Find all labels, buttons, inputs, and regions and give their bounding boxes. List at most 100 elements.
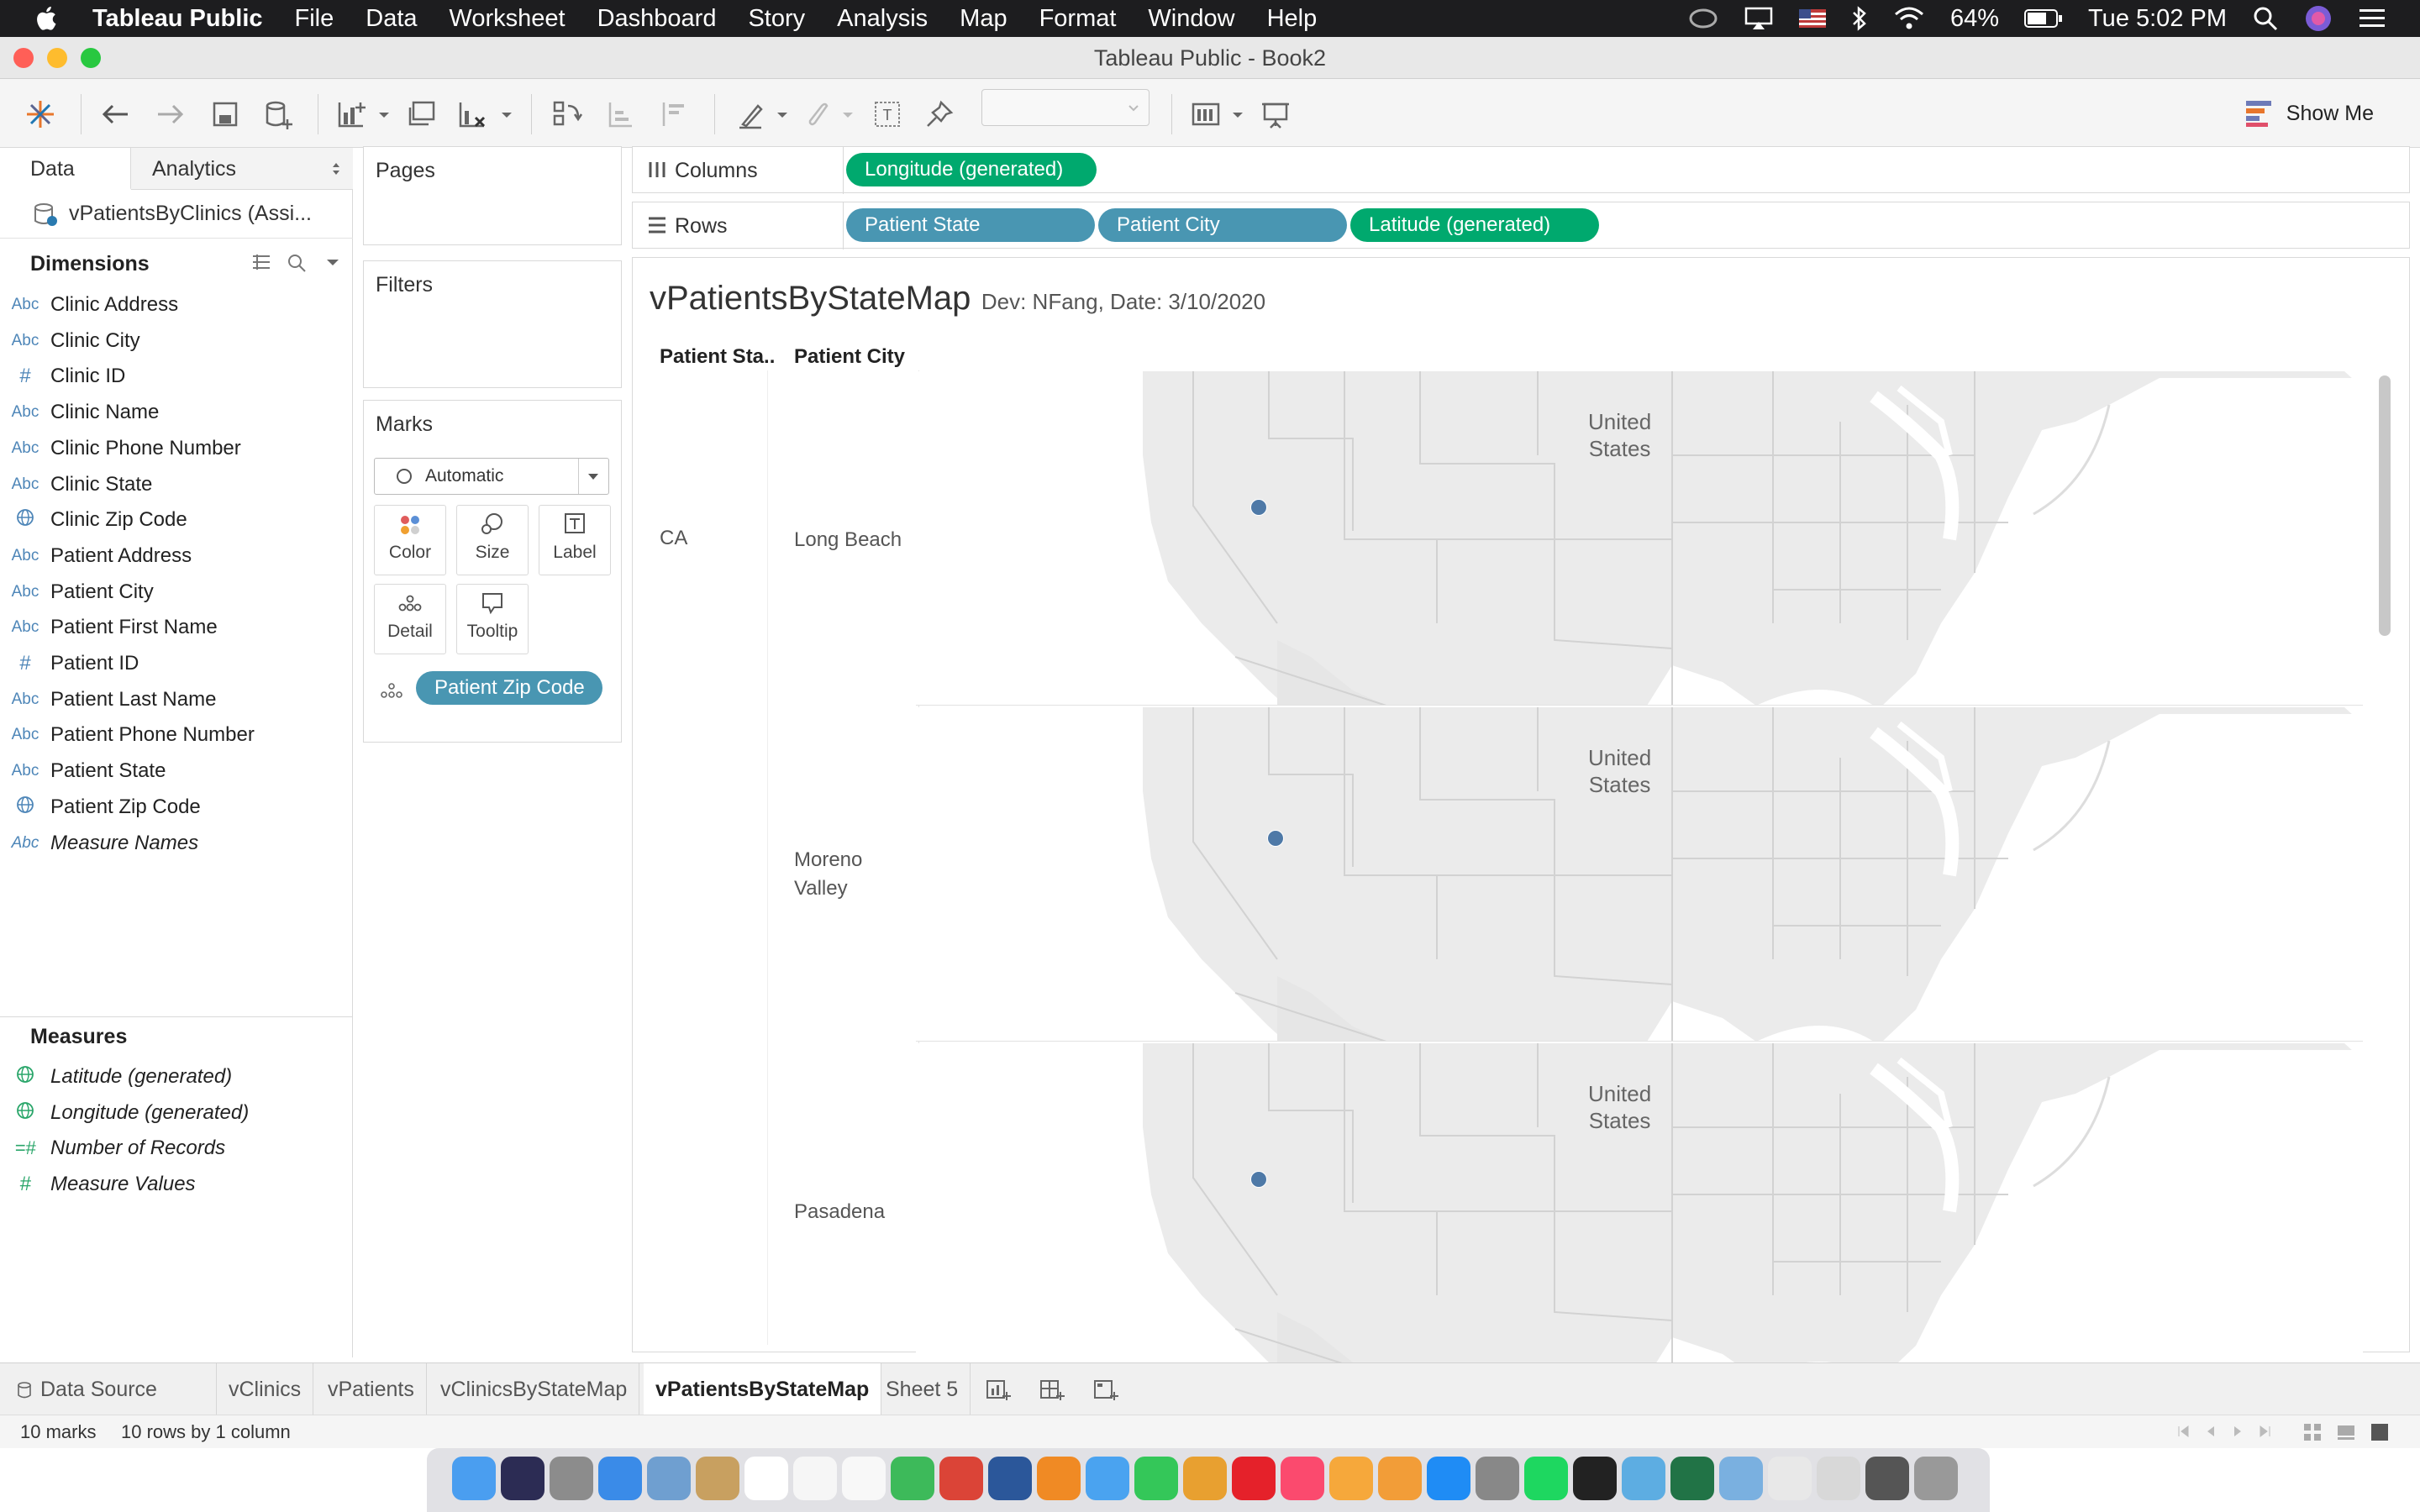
view-list-icon[interactable] bbox=[250, 252, 272, 272]
books-icon[interactable] bbox=[1329, 1457, 1373, 1500]
pages-card[interactable]: Pages bbox=[363, 146, 622, 245]
textedit-icon[interactable] bbox=[793, 1457, 837, 1500]
menu-data[interactable]: Data bbox=[366, 5, 417, 33]
tooltip-shelf-button[interactable]: Tooltip bbox=[456, 584, 529, 654]
menu-window[interactable]: Window bbox=[1148, 5, 1234, 33]
menu-worksheet[interactable]: Worksheet bbox=[450, 5, 566, 33]
field-patient-address[interactable]: Abc Patient Address bbox=[0, 538, 192, 574]
new-story-tab-icon[interactable] bbox=[1092, 1377, 1119, 1402]
map-pane-2[interactable]: United States bbox=[916, 707, 2363, 1042]
messages-icon[interactable] bbox=[1086, 1457, 1129, 1500]
tabs-view-icon[interactable] bbox=[2370, 1422, 2390, 1442]
excel-icon[interactable] bbox=[1670, 1457, 1714, 1500]
duplicate-sheet-icon[interactable] bbox=[403, 96, 440, 133]
spotlight-search-icon[interactable] bbox=[2252, 5, 2279, 32]
reminders-icon[interactable] bbox=[842, 1457, 886, 1500]
field-latitude-generated[interactable]: Latitude (generated) bbox=[0, 1059, 232, 1095]
pin-icon[interactable] bbox=[921, 96, 958, 133]
field-clinic-name[interactable]: Abc Clinic Name bbox=[0, 395, 160, 430]
field-patient-phone-number[interactable]: Abc Patient Phone Number bbox=[0, 717, 255, 753]
window-icon[interactable] bbox=[1817, 1457, 1860, 1500]
photos-icon[interactable] bbox=[1037, 1457, 1081, 1500]
show-mark-labels-icon[interactable]: T bbox=[869, 96, 906, 133]
label-shelf-button[interactable]: Label bbox=[539, 505, 611, 575]
numbers-icon[interactable] bbox=[1183, 1457, 1227, 1500]
chrome-icon[interactable] bbox=[939, 1457, 983, 1500]
field-number-of-records[interactable]: =# Number of Records bbox=[0, 1131, 225, 1166]
word-icon[interactable] bbox=[988, 1457, 1032, 1500]
field-patient-last-name[interactable]: Abc Patient Last Name bbox=[0, 682, 217, 717]
field-clinic-phone-number[interactable]: Abc Clinic Phone Number bbox=[0, 431, 241, 466]
group-members-icon[interactable] bbox=[798, 96, 835, 133]
show-me-button[interactable]: Show Me bbox=[2244, 94, 2374, 133]
minimize-window-button[interactable] bbox=[47, 48, 67, 68]
menu-format[interactable]: Format bbox=[1039, 5, 1117, 33]
mark-type-dropdown[interactable]: Automatic bbox=[374, 458, 609, 495]
menu-story[interactable]: Story bbox=[748, 5, 805, 33]
fit-dropdown[interactable] bbox=[981, 89, 1150, 126]
system-preferences-icon[interactable] bbox=[1476, 1457, 1519, 1500]
notes-app-icon[interactable] bbox=[696, 1457, 739, 1500]
header-patient-state[interactable]: Patient Sta.. bbox=[660, 345, 775, 369]
menu-help[interactable]: Help bbox=[1267, 5, 1318, 33]
detail-shelf-button[interactable]: Detail bbox=[374, 584, 446, 654]
sheet-sorter-icon[interactable] bbox=[2302, 1422, 2323, 1442]
airplay-icon[interactable] bbox=[1744, 6, 1774, 31]
creative-cloud-icon[interactable] bbox=[1688, 6, 1718, 31]
row-city-pasadena[interactable]: Pasadena bbox=[794, 1200, 885, 1224]
preview-icon[interactable] bbox=[647, 1457, 691, 1500]
tab-vclinicsbystatemap[interactable]: vClinicsByStateMap bbox=[429, 1363, 640, 1415]
field-measure-values[interactable]: # Measure Values bbox=[0, 1167, 195, 1202]
menu-map[interactable]: Map bbox=[960, 5, 1007, 33]
row-city-moreno-valley[interactable]: Moreno Valley bbox=[794, 846, 862, 903]
show-cards-dropdown-icon[interactable] bbox=[1228, 96, 1247, 133]
field-patient-id[interactable]: # Patient ID bbox=[0, 646, 139, 681]
swap-rows-columns-icon[interactable] bbox=[548, 96, 585, 133]
group-dropdown-icon[interactable] bbox=[839, 96, 857, 133]
facetime-icon[interactable] bbox=[1134, 1457, 1178, 1500]
screen-icon[interactable] bbox=[1865, 1457, 1909, 1500]
safari-icon[interactable] bbox=[598, 1457, 642, 1500]
highlight-pen-icon[interactable] bbox=[733, 96, 770, 133]
field-clinic-city[interactable]: Abc Clinic City bbox=[0, 323, 140, 359]
tab-data[interactable]: Data bbox=[0, 148, 131, 190]
presentation-mode-icon[interactable] bbox=[1257, 96, 1294, 133]
new-worksheet-icon[interactable] bbox=[333, 96, 370, 133]
row-state-ca[interactable]: CA bbox=[660, 527, 687, 550]
rows-pill-patient-city[interactable]: Patient City bbox=[1098, 208, 1347, 242]
calendar-icon[interactable] bbox=[744, 1457, 788, 1500]
notification-center-icon[interactable] bbox=[2358, 6, 2386, 31]
new-dashboard-tab-icon[interactable] bbox=[1039, 1377, 1065, 1402]
field-clinic-id[interactable]: # Clinic ID bbox=[0, 359, 125, 394]
tab-vclinics[interactable]: vClinics bbox=[217, 1363, 314, 1415]
finder-icon[interactable] bbox=[452, 1457, 496, 1500]
new-worksheet-dropdown-icon[interactable] bbox=[375, 96, 393, 133]
tab-data-source[interactable]: Data Source bbox=[0, 1363, 217, 1415]
map-point[interactable] bbox=[1250, 499, 1267, 516]
launchpad-icon[interactable] bbox=[550, 1457, 593, 1500]
rows-pill-patient-state[interactable]: Patient State bbox=[846, 208, 1095, 242]
clock[interactable]: Tue 5:02 PM bbox=[2088, 5, 2227, 33]
music-icon[interactable] bbox=[1281, 1457, 1324, 1500]
new-worksheet-tab-icon[interactable] bbox=[985, 1377, 1012, 1402]
vertical-scrollbar[interactable] bbox=[2379, 375, 2391, 636]
redo-arrow-icon[interactable] bbox=[151, 96, 188, 133]
siri-dock-icon[interactable] bbox=[501, 1457, 544, 1500]
rows-pill-latitude[interactable]: Latitude (generated) bbox=[1350, 208, 1599, 242]
wifi-icon[interactable] bbox=[1893, 6, 1925, 31]
highlight-dropdown-icon[interactable] bbox=[773, 96, 792, 133]
color-shelf-button[interactable]: Color bbox=[374, 505, 446, 575]
map-pane-3[interactable]: United States bbox=[916, 1043, 2363, 1378]
new-datasource-icon[interactable] bbox=[260, 96, 297, 133]
show-cards-icon[interactable] bbox=[1188, 96, 1225, 133]
field-clinic-zip-code[interactable]: Clinic Zip Code bbox=[0, 502, 187, 538]
trash-icon[interactable] bbox=[1914, 1457, 1958, 1500]
flag-icon[interactable] bbox=[1799, 9, 1826, 28]
maps-icon[interactable] bbox=[891, 1457, 934, 1500]
menu-file[interactable]: File bbox=[295, 5, 334, 33]
bluetooth-icon[interactable] bbox=[1851, 5, 1868, 32]
field-measure-names[interactable]: Abc Measure Names bbox=[0, 826, 198, 861]
size-shelf-button[interactable]: Size bbox=[456, 505, 529, 575]
spotify-icon[interactable] bbox=[1524, 1457, 1568, 1500]
close-window-button[interactable] bbox=[13, 48, 34, 68]
